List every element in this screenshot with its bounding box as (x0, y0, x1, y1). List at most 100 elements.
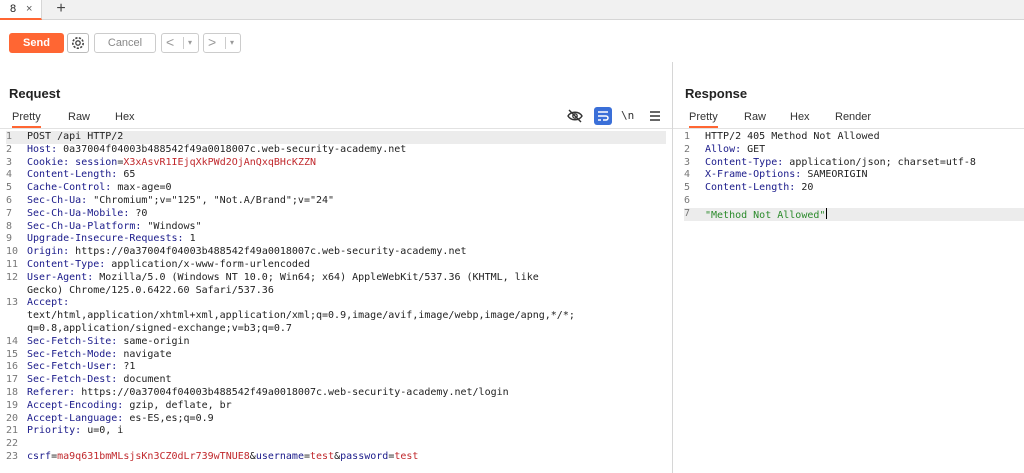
code-line[interactable]: 3 Content-Type: application/json; charset… (684, 157, 1024, 170)
code-line[interactable]: 17 Sec-Fetch-Dest: document (6, 374, 666, 387)
header-value: same-origin (117, 335, 190, 347)
newline-toggle[interactable]: \n (621, 107, 639, 125)
header-value: max-age=0 (111, 182, 172, 194)
header-name: X-Frame-Options: (705, 169, 802, 181)
code-line[interactable]: 4 Content-Length: 65 (6, 169, 666, 182)
line-text: Sec-Fetch-Mode: navigate (27, 349, 172, 362)
tab-pretty[interactable]: Pretty (12, 108, 41, 128)
cancel-button[interactable]: Cancel (94, 33, 156, 53)
code-line[interactable]: 22 (6, 438, 666, 451)
chevron-right-icon: > (208, 34, 217, 50)
code-line[interactable]: 5 Content-Length: 20 (684, 182, 1024, 195)
request-view-options: \n (566, 107, 666, 125)
line-text: Accept-Language: es-ES,es;q=0.9 (27, 413, 214, 426)
code-line[interactable]: 16 Sec-Fetch-User: ?1 (6, 361, 666, 374)
header-name: Origin: (27, 246, 70, 258)
code-line[interactable]: 21 Priority: u=0, i (6, 425, 666, 438)
chevron-down-icon[interactable]: ▾ (188, 34, 192, 52)
code-line[interactable]: 13 Accept: text/html,application/xhtml+xm… (6, 297, 666, 335)
eye-off-icon[interactable] (566, 107, 584, 125)
code-line[interactable]: 15 Sec-Fetch-Mode: navigate (6, 349, 666, 362)
line-text: Cache-Control: max-age=0 (27, 182, 172, 195)
gear-icon (72, 37, 84, 49)
tab-hex[interactable]: Hex (790, 108, 810, 126)
forward-button[interactable]: > ▾ (203, 33, 241, 53)
header-name: Accept-Language: (27, 412, 124, 424)
code-line[interactable]: 6 (684, 195, 1024, 208)
header-name: Content-Length: (27, 169, 118, 181)
menu-icon[interactable] (646, 107, 664, 125)
code-line[interactable]: 14 Sec-Fetch-Site: same-origin (6, 336, 666, 349)
tab-hex[interactable]: Hex (115, 108, 135, 126)
response-tabs: Pretty Raw Hex Render (673, 108, 1024, 128)
line-text: X-Frame-Options: SAMEORIGIN (705, 169, 868, 182)
code-line[interactable]: 7 Sec-Ch-Ua-Mobile: ?0 (6, 208, 666, 221)
back-button[interactable]: < ▾ (161, 33, 199, 53)
code-line[interactable]: 10 Origin: https://0a37004f04003b488542f4… (6, 246, 666, 259)
header-name: Allow: (705, 143, 742, 155)
line-text: Allow: GET (705, 144, 765, 157)
tab-8[interactable]: 8 × (0, 0, 42, 20)
line-text: Accept: text/html,application/xhtml+xml,… (27, 297, 575, 335)
tab-pretty[interactable]: Pretty (689, 108, 718, 128)
line-number: 16 (6, 361, 19, 373)
line-number: 8 (6, 220, 13, 232)
code-line[interactable]: 3 Cookie: session=X3xAsvR1IEjqXkPWd2OjAnQ… (6, 157, 666, 170)
code-line[interactable]: 4 X-Frame-Options: SAMEORIGIN (684, 169, 1024, 182)
param-value: test (394, 450, 419, 462)
json-string: "Method Not Allowed" (705, 209, 826, 221)
line-number: 21 (6, 425, 19, 437)
param-name: password (340, 450, 389, 462)
code-line[interactable]: 18 Referer: https://0a37004f04003b488542f… (6, 387, 666, 400)
tab-raw[interactable]: Raw (68, 108, 90, 126)
code-line[interactable]: 12 User-Agent: Mozilla/5.0 (Windows NT 10… (6, 272, 666, 298)
line-number: 12 (6, 271, 19, 283)
tab-strip: 8 × + (0, 0, 1024, 20)
header-name: Accept-Encoding: (27, 399, 124, 411)
line-number: 1 (684, 131, 691, 142)
code-line[interactable]: 2 Host: 0a37004f04003b488542f49a0018007c.… (6, 144, 666, 157)
tab-raw[interactable]: Raw (744, 108, 766, 126)
header-name: Content-Type: (27, 258, 106, 270)
code-line[interactable]: 1 HTTP/2 405 Method Not Allowed (684, 131, 1024, 144)
settings-button[interactable] (67, 33, 89, 53)
add-tab-button[interactable]: + (52, 0, 70, 20)
response-tabs-rule (673, 128, 1024, 129)
header-value: Mozilla/5.0 (Windows NT 10.0; Win64; x64… (93, 271, 539, 283)
code-line[interactable]: 23 csrf=ma9q631bmMLsjsKn3CZ0dLr739wTNUE8&… (6, 451, 666, 464)
header-name: Cache-Control: (27, 182, 112, 194)
header-value: https://0a37004f04003b488542f49a0018007c… (69, 246, 467, 258)
code-line[interactable]: 7 "Method Not Allowed" (684, 207, 1024, 221)
wrap-lines-icon[interactable] (594, 107, 612, 125)
send-button[interactable]: Send (9, 33, 64, 53)
request-title: Request (9, 86, 61, 101)
line-number: 22 (6, 438, 19, 450)
header-value: document (117, 374, 172, 386)
header-name: Referer: (27, 386, 76, 398)
line-text: POST /api HTTP/2 (27, 131, 123, 144)
response-title: Response (685, 86, 748, 101)
close-icon[interactable]: × (26, 0, 32, 18)
line-text: Content-Type: application/x-www-form-url… (27, 259, 310, 272)
code-line[interactable]: 1 POST /api HTTP/2 (6, 131, 666, 144)
header-name: Sec-Fetch-Mode: (27, 348, 118, 360)
code-line[interactable]: 2 Allow: GET (684, 144, 1024, 157)
line-number: 3 (684, 156, 691, 168)
header-value: "Windows" (141, 220, 202, 232)
line-number: 6 (684, 194, 691, 206)
code-line[interactable]: 20 Accept-Language: es-ES,es;q=0.9 (6, 413, 666, 426)
response-editor[interactable]: 1 HTTP/2 405 Method Not Allowed 2 Allow: GE… (684, 131, 1024, 221)
chevron-down-icon[interactable]: ▾ (230, 34, 234, 52)
request-editor[interactable]: 1 POST /api HTTP/2 2 Host: 0a37004f04003b48… (6, 131, 666, 464)
code-line[interactable]: 19 Accept-Encoding: gzip, deflate, br (6, 400, 666, 413)
tab-render[interactable]: Render (835, 108, 871, 126)
code-line[interactable]: 6 Sec-Ch-Ua: "Chromium";v="125", "Not.A/B… (6, 195, 666, 208)
header-value: ?0 (129, 207, 148, 219)
line-number: 6 (6, 194, 13, 206)
code-line[interactable]: 9 Upgrade-Insecure-Requests: 1 (6, 233, 666, 246)
code-line[interactable]: 8 Sec-Ch-Ua-Platform: "Windows" (6, 221, 666, 234)
code-line[interactable]: 5 Cache-Control: max-age=0 (6, 182, 666, 195)
header-value-continued: q=0.8,application/signed-exchange;v=b3;q… (27, 322, 292, 334)
code-line[interactable]: 11 Content-Type: application/x-www-form-u… (6, 259, 666, 272)
line-text: Priority: u=0, i (27, 425, 123, 438)
